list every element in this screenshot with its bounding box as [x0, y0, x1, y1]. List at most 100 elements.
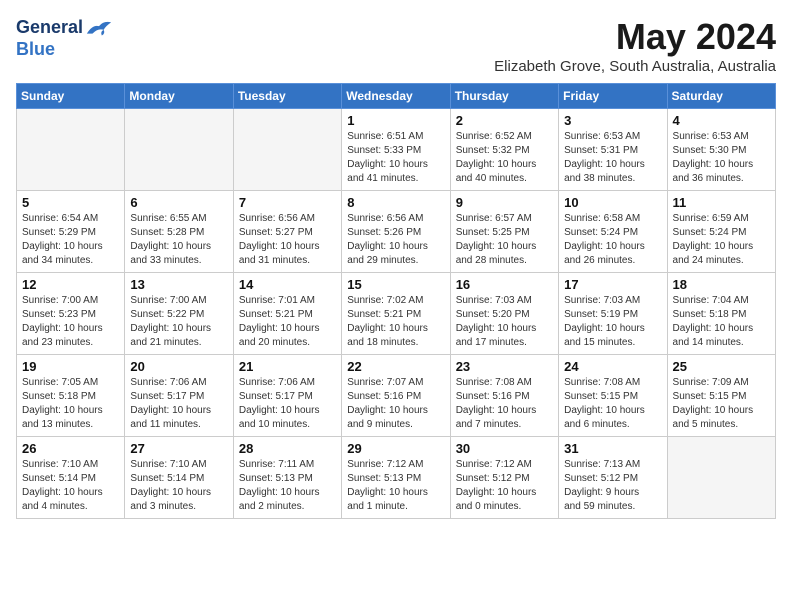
day-number: 29	[347, 441, 444, 456]
day-number: 7	[239, 195, 336, 210]
day-number: 12	[22, 277, 119, 292]
day-info: Sunrise: 6:53 AM Sunset: 5:31 PM Dayligh…	[564, 130, 661, 186]
day-number: 24	[564, 359, 661, 374]
day-number: 6	[130, 195, 227, 210]
day-info: Sunrise: 7:06 AM Sunset: 5:17 PM Dayligh…	[239, 376, 336, 432]
calendar-cell: 20Sunrise: 7:06 AM Sunset: 5:17 PM Dayli…	[125, 355, 233, 437]
day-info: Sunrise: 6:58 AM Sunset: 5:24 PM Dayligh…	[564, 212, 661, 268]
week-row: 1Sunrise: 6:51 AM Sunset: 5:33 PM Daylig…	[17, 109, 776, 191]
day-info: Sunrise: 7:12 AM Sunset: 5:12 PM Dayligh…	[456, 458, 553, 514]
calendar-cell: 13Sunrise: 7:00 AM Sunset: 5:22 PM Dayli…	[125, 273, 233, 355]
header-row: SundayMondayTuesdayWednesdayThursdayFrid…	[17, 84, 776, 109]
day-info: Sunrise: 7:08 AM Sunset: 5:15 PM Dayligh…	[564, 376, 661, 432]
day-header-wednesday: Wednesday	[342, 84, 450, 109]
day-number: 5	[22, 195, 119, 210]
day-number: 26	[22, 441, 119, 456]
calendar-cell: 31Sunrise: 7:13 AM Sunset: 5:12 PM Dayli…	[559, 437, 667, 519]
calendar-cell: 22Sunrise: 7:07 AM Sunset: 5:16 PM Dayli…	[342, 355, 450, 437]
calendar-cell: 29 Sunrise: 7:12 AM Sunset: 5:13 PM Dayli…	[342, 437, 450, 519]
day-header-sunday: Sunday	[17, 84, 125, 109]
week-row: 12 Sunrise: 7:00 AM Sunset: 5:23 PM Dayli…	[17, 273, 776, 355]
week-row: 26 Sunrise: 7:10 AM Sunset: 5:14 PM Dayli…	[17, 437, 776, 519]
calendar-cell	[667, 437, 775, 519]
calendar-cell: 12 Sunrise: 7:00 AM Sunset: 5:23 PM Dayli…	[17, 273, 125, 355]
day-info: Sunrise: 7:11 AM Sunset: 5:13 PM Dayligh…	[239, 458, 336, 514]
day-info: Sunrise: 7:00 AM Sunset: 5:23 PM Dayligh…	[22, 294, 119, 350]
day-info: Sunrise: 7:09 AM Sunset: 5:15 PM Dayligh…	[673, 376, 770, 432]
day-number: 3	[564, 113, 661, 128]
day-number: 11	[673, 195, 770, 210]
calendar-cell: 4Sunrise: 6:53 AM Sunset: 5:30 PM Daylig…	[667, 109, 775, 191]
day-info: Sunrise: 7:08 AM Sunset: 5:16 PM Dayligh…	[456, 376, 553, 432]
day-number: 27	[130, 441, 227, 456]
calendar-cell: 26Sunrise: 7:10 AM Sunset: 5:14 PM Dayli…	[17, 437, 125, 519]
calendar-cell: 8 Sunrise: 6:56 AM Sunset: 5:26 PM Daylig…	[342, 191, 450, 273]
calendar-cell: 17 Sunrise: 7:03 AM Sunset: 5:19 PM Dayli…	[559, 273, 667, 355]
day-number: 21	[239, 359, 336, 374]
day-number: 22	[347, 359, 444, 374]
day-number: 17	[564, 277, 661, 292]
day-header-tuesday: Tuesday	[233, 84, 341, 109]
day-info: Sunrise: 6:57 AM Sunset: 5:25 PM Dayligh…	[456, 212, 553, 268]
logo-text-blue: Blue	[16, 39, 55, 59]
day-header-monday: Monday	[125, 84, 233, 109]
calendar-cell: 25 Sunrise: 7:09 AM Sunset: 5:15 PM Dayli…	[667, 355, 775, 437]
day-number: 15	[347, 277, 444, 292]
day-number: 16	[456, 277, 553, 292]
day-number: 9	[456, 195, 553, 210]
calendar-cell: 10Sunrise: 6:58 AM Sunset: 5:24 PM Dayli…	[559, 191, 667, 273]
calendar-cell: 24 Sunrise: 7:08 AM Sunset: 5:15 PM Dayli…	[559, 355, 667, 437]
calendar-cell: 6 Sunrise: 6:55 AM Sunset: 5:28 PM Daylig…	[125, 191, 233, 273]
day-info: Sunrise: 7:03 AM Sunset: 5:20 PM Dayligh…	[456, 294, 553, 350]
week-row: 5Sunrise: 6:54 AM Sunset: 5:29 PM Daylig…	[17, 191, 776, 273]
day-info: Sunrise: 7:04 AM Sunset: 5:18 PM Dayligh…	[673, 294, 770, 350]
day-info: Sunrise: 7:12 AM Sunset: 5:13 PM Dayligh…	[347, 458, 444, 514]
calendar-cell: 21 Sunrise: 7:06 AM Sunset: 5:17 PM Dayli…	[233, 355, 341, 437]
location-title: Elizabeth Grove, South Australia, Austra…	[494, 58, 776, 75]
calendar-cell: 7Sunrise: 6:56 AM Sunset: 5:27 PM Daylig…	[233, 191, 341, 273]
calendar-cell: 19Sunrise: 7:05 AM Sunset: 5:18 PM Dayli…	[17, 355, 125, 437]
title-block: May 2024 Elizabeth Grove, South Australi…	[494, 16, 776, 75]
calendar-cell: 3 Sunrise: 6:53 AM Sunset: 5:31 PM Daylig…	[559, 109, 667, 191]
calendar-cell: 30 Sunrise: 7:12 AM Sunset: 5:12 PM Dayli…	[450, 437, 558, 519]
day-number: 28	[239, 441, 336, 456]
calendar-cell: 23 Sunrise: 7:08 AM Sunset: 5:16 PM Dayli…	[450, 355, 558, 437]
day-info: Sunrise: 7:02 AM Sunset: 5:21 PM Dayligh…	[347, 294, 444, 350]
calendar-cell: 9 Sunrise: 6:57 AM Sunset: 5:25 PM Daylig…	[450, 191, 558, 273]
day-info: Sunrise: 6:51 AM Sunset: 5:33 PM Dayligh…	[347, 130, 444, 186]
day-header-friday: Friday	[559, 84, 667, 109]
day-number: 30	[456, 441, 553, 456]
day-info: Sunrise: 6:56 AM Sunset: 5:26 PM Dayligh…	[347, 212, 444, 268]
day-info: Sunrise: 7:01 AM Sunset: 5:21 PM Dayligh…	[239, 294, 336, 350]
calendar-cell: 2Sunrise: 6:52 AM Sunset: 5:32 PM Daylig…	[450, 109, 558, 191]
day-number: 8	[347, 195, 444, 210]
calendar-cell: 15 Sunrise: 7:02 AM Sunset: 5:21 PM Dayli…	[342, 273, 450, 355]
day-number: 31	[564, 441, 661, 456]
calendar-table: SundayMondayTuesdayWednesdayThursdayFrid…	[16, 83, 776, 519]
day-number: 20	[130, 359, 227, 374]
logo-bird-icon	[85, 16, 113, 40]
calendar-cell	[233, 109, 341, 191]
calendar-cell: 27 Sunrise: 7:10 AM Sunset: 5:14 PM Dayli…	[125, 437, 233, 519]
logo-text: General	[16, 18, 83, 38]
calendar-cell: 11 Sunrise: 6:59 AM Sunset: 5:24 PM Dayli…	[667, 191, 775, 273]
month-title: May 2024	[494, 16, 776, 58]
day-info: Sunrise: 6:59 AM Sunset: 5:24 PM Dayligh…	[673, 212, 770, 268]
day-number: 23	[456, 359, 553, 374]
week-row: 19Sunrise: 7:05 AM Sunset: 5:18 PM Dayli…	[17, 355, 776, 437]
day-info: Sunrise: 7:10 AM Sunset: 5:14 PM Dayligh…	[130, 458, 227, 514]
page-header: General Blue May 2024 Elizabeth Grove, S…	[16, 16, 776, 75]
day-info: Sunrise: 6:55 AM Sunset: 5:28 PM Dayligh…	[130, 212, 227, 268]
calendar-cell: 5Sunrise: 6:54 AM Sunset: 5:29 PM Daylig…	[17, 191, 125, 273]
day-info: Sunrise: 7:03 AM Sunset: 5:19 PM Dayligh…	[564, 294, 661, 350]
day-info: Sunrise: 6:52 AM Sunset: 5:32 PM Dayligh…	[456, 130, 553, 186]
day-number: 14	[239, 277, 336, 292]
day-number: 25	[673, 359, 770, 374]
calendar-cell: 16 Sunrise: 7:03 AM Sunset: 5:20 PM Dayli…	[450, 273, 558, 355]
day-header-saturday: Saturday	[667, 84, 775, 109]
calendar-cell: 28 Sunrise: 7:11 AM Sunset: 5:13 PM Dayli…	[233, 437, 341, 519]
day-number: 13	[130, 277, 227, 292]
calendar-cell: 14 Sunrise: 7:01 AM Sunset: 5:21 PM Dayli…	[233, 273, 341, 355]
calendar-cell: 18 Sunrise: 7:04 AM Sunset: 5:18 PM Dayli…	[667, 273, 775, 355]
day-number: 18	[673, 277, 770, 292]
